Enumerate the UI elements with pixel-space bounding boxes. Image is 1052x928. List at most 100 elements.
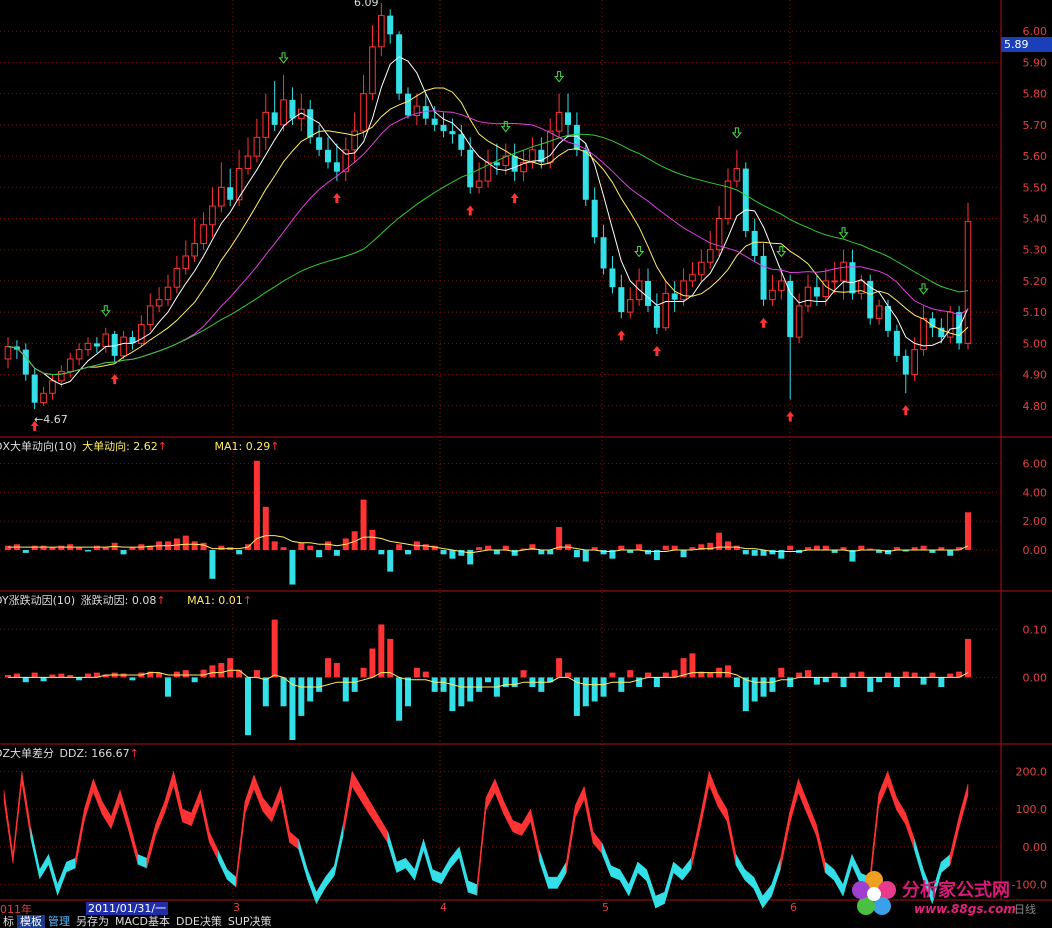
bar-positive	[813, 545, 820, 551]
bar-negative	[760, 677, 767, 697]
ddz-ribbon-segment	[307, 869, 317, 904]
bar-negative	[867, 677, 874, 692]
candle-body-down	[333, 162, 340, 172]
time-label-month-3: 3	[233, 901, 240, 914]
ma5-line	[7, 56, 969, 386]
bar-negative	[485, 677, 491, 683]
ddz-ribbon-segment	[539, 850, 549, 889]
toolbar-item-macd[interactable]: MACD基本	[112, 915, 173, 928]
bar-negative	[387, 550, 394, 572]
ddz-ribbon-segment	[878, 771, 888, 807]
ddz-ribbon-segment	[503, 801, 514, 832]
main-candlestick-panel[interactable]	[4, 0, 972, 431]
bar-positive	[689, 653, 696, 678]
candle-body-up	[831, 280, 838, 283]
stock-chart-canvas[interactable]: 6.00 5.90 5.80 5.70 5.60 5.50 5.40 5.30 5.20 5.10…	[0, 0, 1052, 928]
ddz-ribbon-segment	[414, 839, 424, 881]
bar-negative	[760, 550, 767, 556]
sell-arrow-icon	[100, 305, 111, 317]
bar-negative	[476, 677, 483, 692]
candle-body-up	[778, 280, 785, 291]
candle-body-up	[546, 130, 554, 163]
bar-positive	[822, 545, 829, 551]
ddz-ribbon-segment	[735, 853, 746, 882]
dy-indicator-panel[interactable]	[5, 619, 971, 740]
selected-date[interactable]: 2011/01/31/一	[86, 902, 169, 915]
toolbar-item-manage[interactable]: 管理	[45, 915, 73, 928]
candle-body-up	[555, 111, 563, 132]
candle-body-down	[31, 374, 38, 403]
ddz-ribbon-segment	[405, 857, 415, 881]
bar-positive	[885, 672, 891, 678]
dz-panel-header: DZ大单差分 DDZ: 166.67↑	[0, 745, 139, 761]
bar-positive	[378, 624, 385, 678]
candle-body-up	[75, 349, 83, 360]
bar-positive	[671, 545, 678, 551]
toolbar-item-dde[interactable]: DDE决策	[173, 915, 225, 928]
candle-body-down	[387, 15, 394, 35]
toolbar-item-save-as[interactable]: 另存为	[73, 915, 112, 928]
buy-arrow-icon	[901, 405, 910, 416]
bar-positive	[93, 545, 100, 551]
ddz-ribbon-segment	[610, 865, 621, 881]
bar-positive	[831, 672, 838, 678]
bar-negative	[22, 550, 29, 553]
bar-negative	[600, 677, 607, 697]
bar-negative	[280, 677, 287, 707]
ddz-ribbon-segment	[378, 815, 389, 844]
bar-negative	[449, 550, 456, 559]
candle-body-up	[378, 15, 385, 48]
candle-body-down	[787, 280, 794, 338]
candle-body-up	[706, 249, 714, 263]
bar-positive	[556, 526, 563, 551]
bar-positive	[796, 672, 803, 678]
candle-body-up	[218, 186, 225, 207]
ddz-ribbon-segment	[3, 790, 14, 864]
candle-body-down	[902, 355, 909, 375]
bar-negative	[947, 550, 954, 556]
bar-positive	[805, 670, 811, 678]
dx-ma-up-arrow: ↑	[270, 440, 280, 453]
bar-positive	[422, 671, 429, 678]
candle-body-down	[893, 330, 900, 356]
ddz-ribbon-segment	[21, 771, 32, 839]
high-price-label: 6.09	[354, 0, 379, 9]
toolbar-item-sup[interactable]: SUP决策	[225, 915, 275, 928]
bar-negative	[653, 677, 660, 688]
ddz-ribbon-segment	[807, 801, 817, 836]
candle-body-down	[467, 149, 474, 188]
dz-indicator-panel[interactable]	[3, 770, 969, 909]
ddz-ribbon-segment	[173, 771, 183, 823]
dx-indicator-panel[interactable]	[5, 460, 971, 585]
ddz-ribbon-segment	[467, 880, 478, 896]
candle-body-up	[369, 46, 376, 95]
bar-positive	[280, 547, 287, 551]
candle-body-down	[760, 255, 767, 300]
dy-ma-up-arrow: ↑	[242, 594, 253, 607]
bar-positive	[369, 529, 376, 551]
candle-body-down	[316, 137, 323, 150]
candle-body-up	[804, 286, 812, 307]
ddz-ribbon-segment	[958, 783, 969, 829]
toolbar-item-template[interactable]: 模板	[17, 915, 45, 928]
y-tick-label: 5.40	[1023, 213, 1048, 226]
ddz-ribbon-segment	[566, 805, 576, 873]
bar-negative	[582, 550, 589, 562]
ddz-ribbon-segment	[896, 796, 906, 826]
y-tick-label: 0.00	[1023, 544, 1048, 557]
candle-body-up	[120, 336, 127, 357]
ddz-ribbon-segment	[235, 801, 246, 887]
bar-positive	[485, 545, 491, 551]
candle-body-down	[813, 287, 820, 297]
buy-arrow-icon	[652, 345, 661, 356]
ddz-ribbon-segment	[592, 831, 603, 855]
bar-positive	[929, 672, 936, 678]
ddz-ribbon-segment	[530, 809, 540, 862]
ddz-ribbon-segment	[39, 853, 49, 880]
bar-positive	[662, 672, 669, 678]
candle-body-down	[422, 106, 429, 119]
candle-body-down	[307, 109, 314, 138]
bar-positive	[645, 672, 651, 678]
toolbar-item-indicator[interactable]: 标	[0, 915, 17, 928]
candle-body-down	[591, 199, 598, 238]
